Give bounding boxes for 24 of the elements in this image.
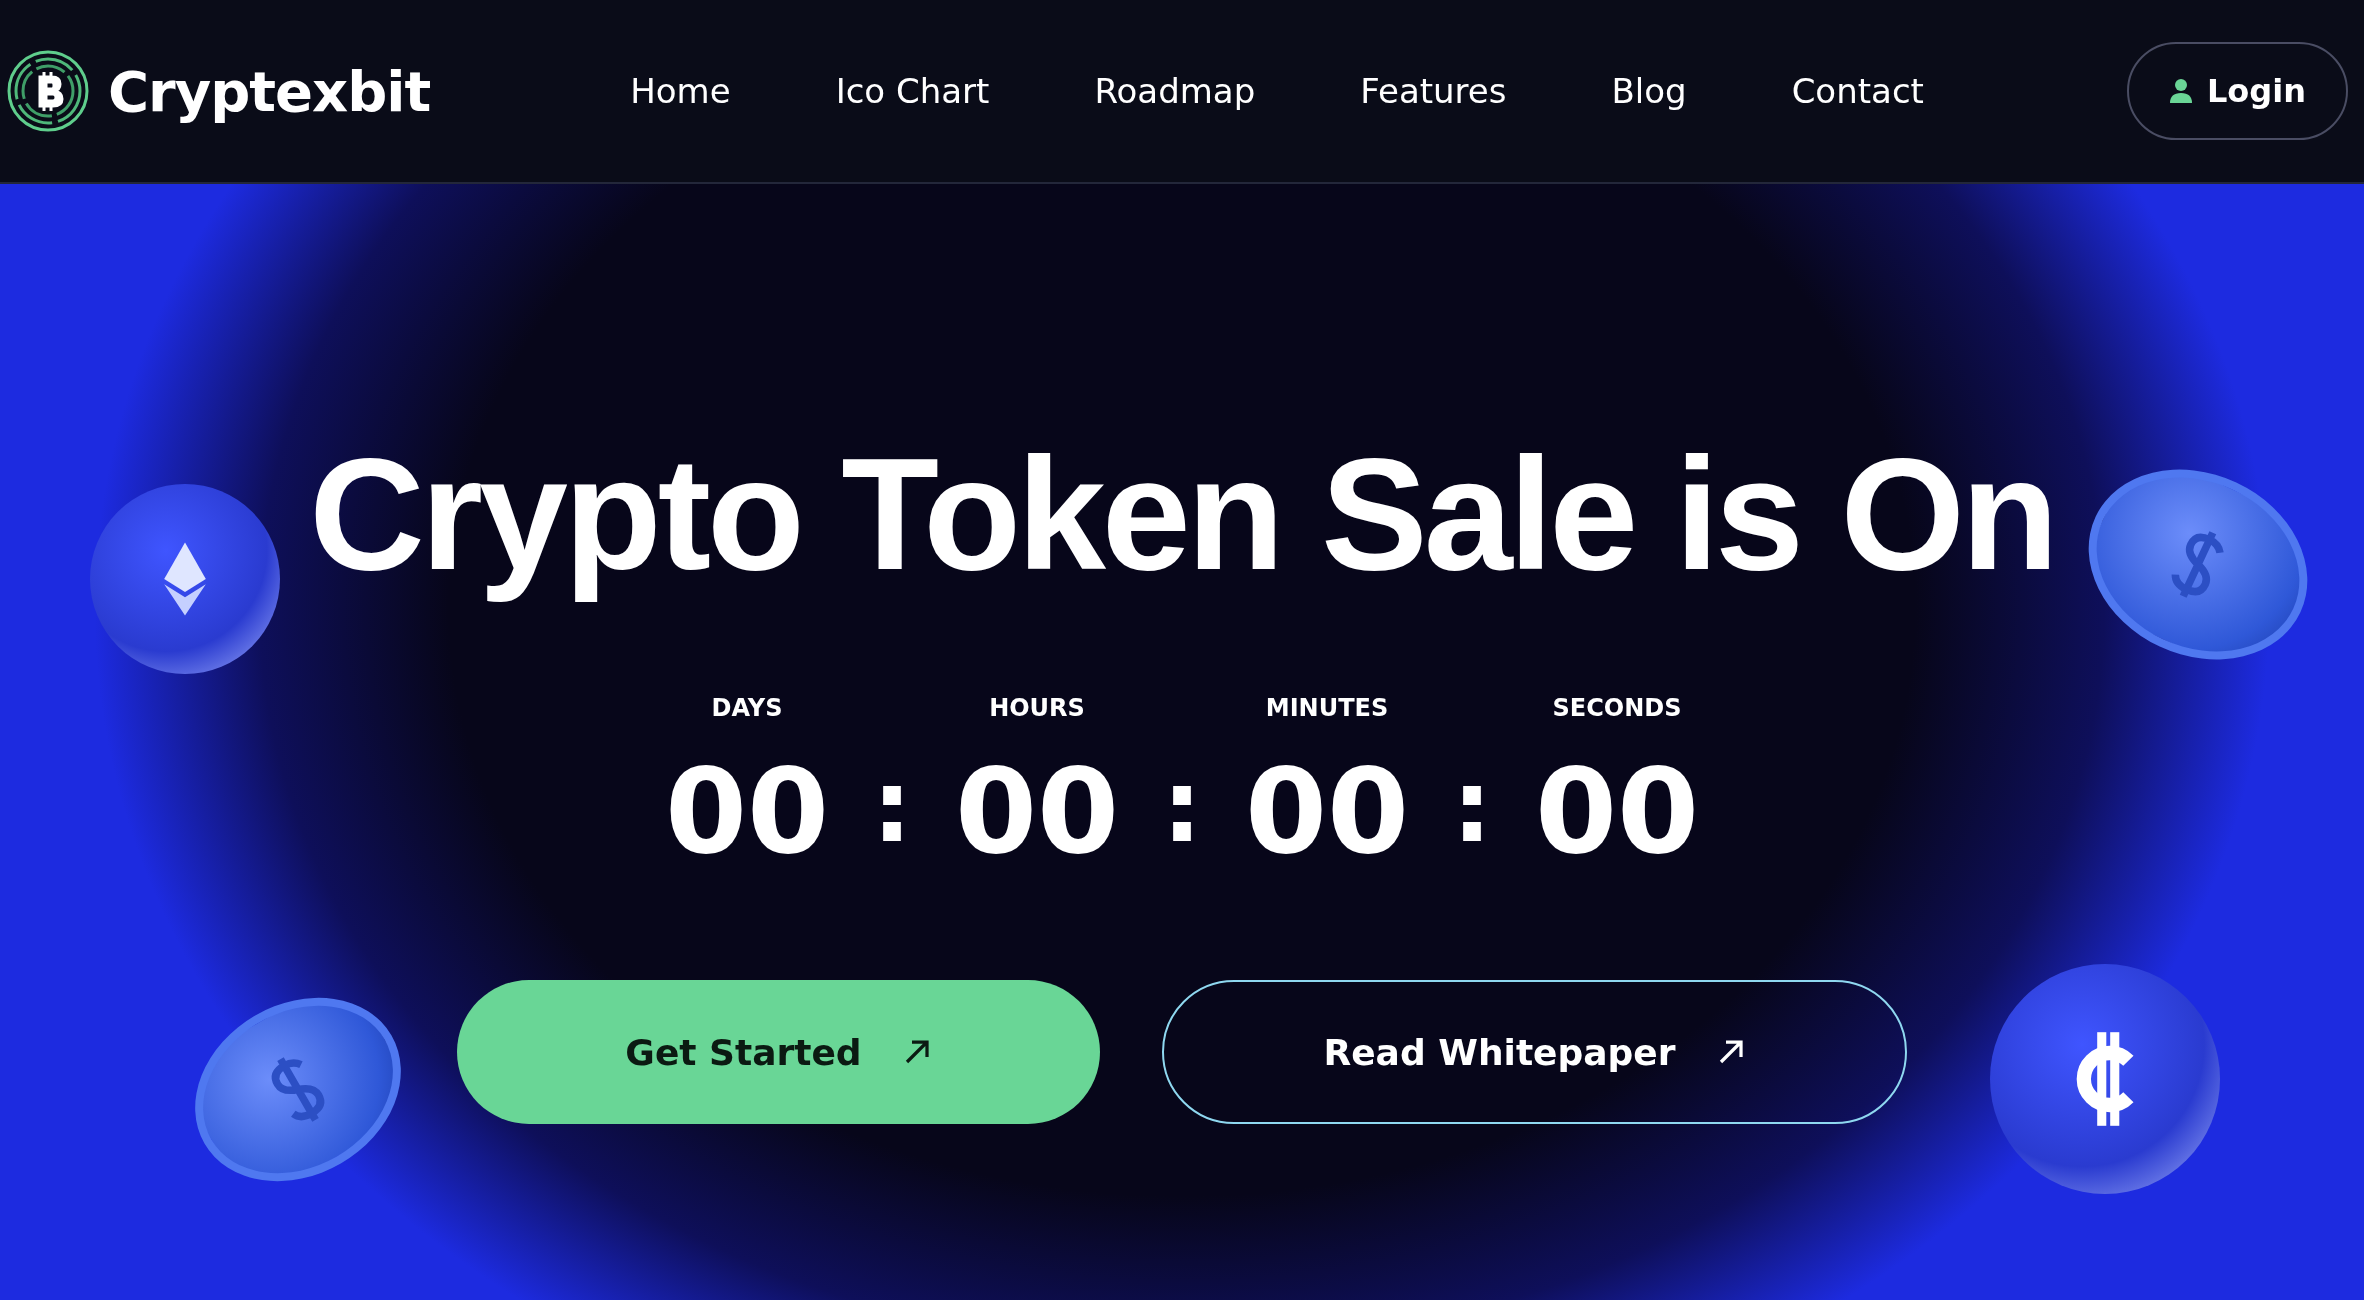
nav-link[interactable]: Roadmap <box>1094 71 1256 111</box>
countdown-value: 00 <box>954 752 1120 870</box>
nav-link[interactable]: Home <box>630 71 731 111</box>
bitcoin-logo-icon <box>6 49 90 133</box>
countdown-label: SECONDS <box>1552 694 1682 722</box>
login-button[interactable]: Login <box>2126 42 2348 140</box>
countdown-value: 00 <box>1534 752 1700 870</box>
countdown-separator: : <box>1162 752 1202 867</box>
countdown-label: MINUTES <box>1265 694 1389 722</box>
brand-name[interactable]: Cryptexbit <box>108 58 431 124</box>
get-started-button[interactable]: Get Started <box>457 980 1100 1124</box>
whitepaper-button[interactable]: Read Whitepaper <box>1162 980 1907 1124</box>
nav-link[interactable]: Ico Chart <box>835 71 990 111</box>
countdown-separator: : <box>1452 752 1492 867</box>
nav-link[interactable]: Contact <box>1791 71 1924 111</box>
countdown-separator: : <box>872 752 912 867</box>
countdown-value: 00 <box>664 752 830 870</box>
countdown-value: 00 <box>1244 752 1410 870</box>
user-icon <box>2168 78 2193 104</box>
hero-title: Crypto Token Sale is On <box>309 423 2055 605</box>
nav-link[interactable]: Features <box>1360 71 1507 111</box>
countdown-label: DAYS <box>711 694 783 722</box>
nav-link[interactable]: Blog <box>1611 71 1687 111</box>
countdown-label: HOURS <box>989 694 1085 722</box>
